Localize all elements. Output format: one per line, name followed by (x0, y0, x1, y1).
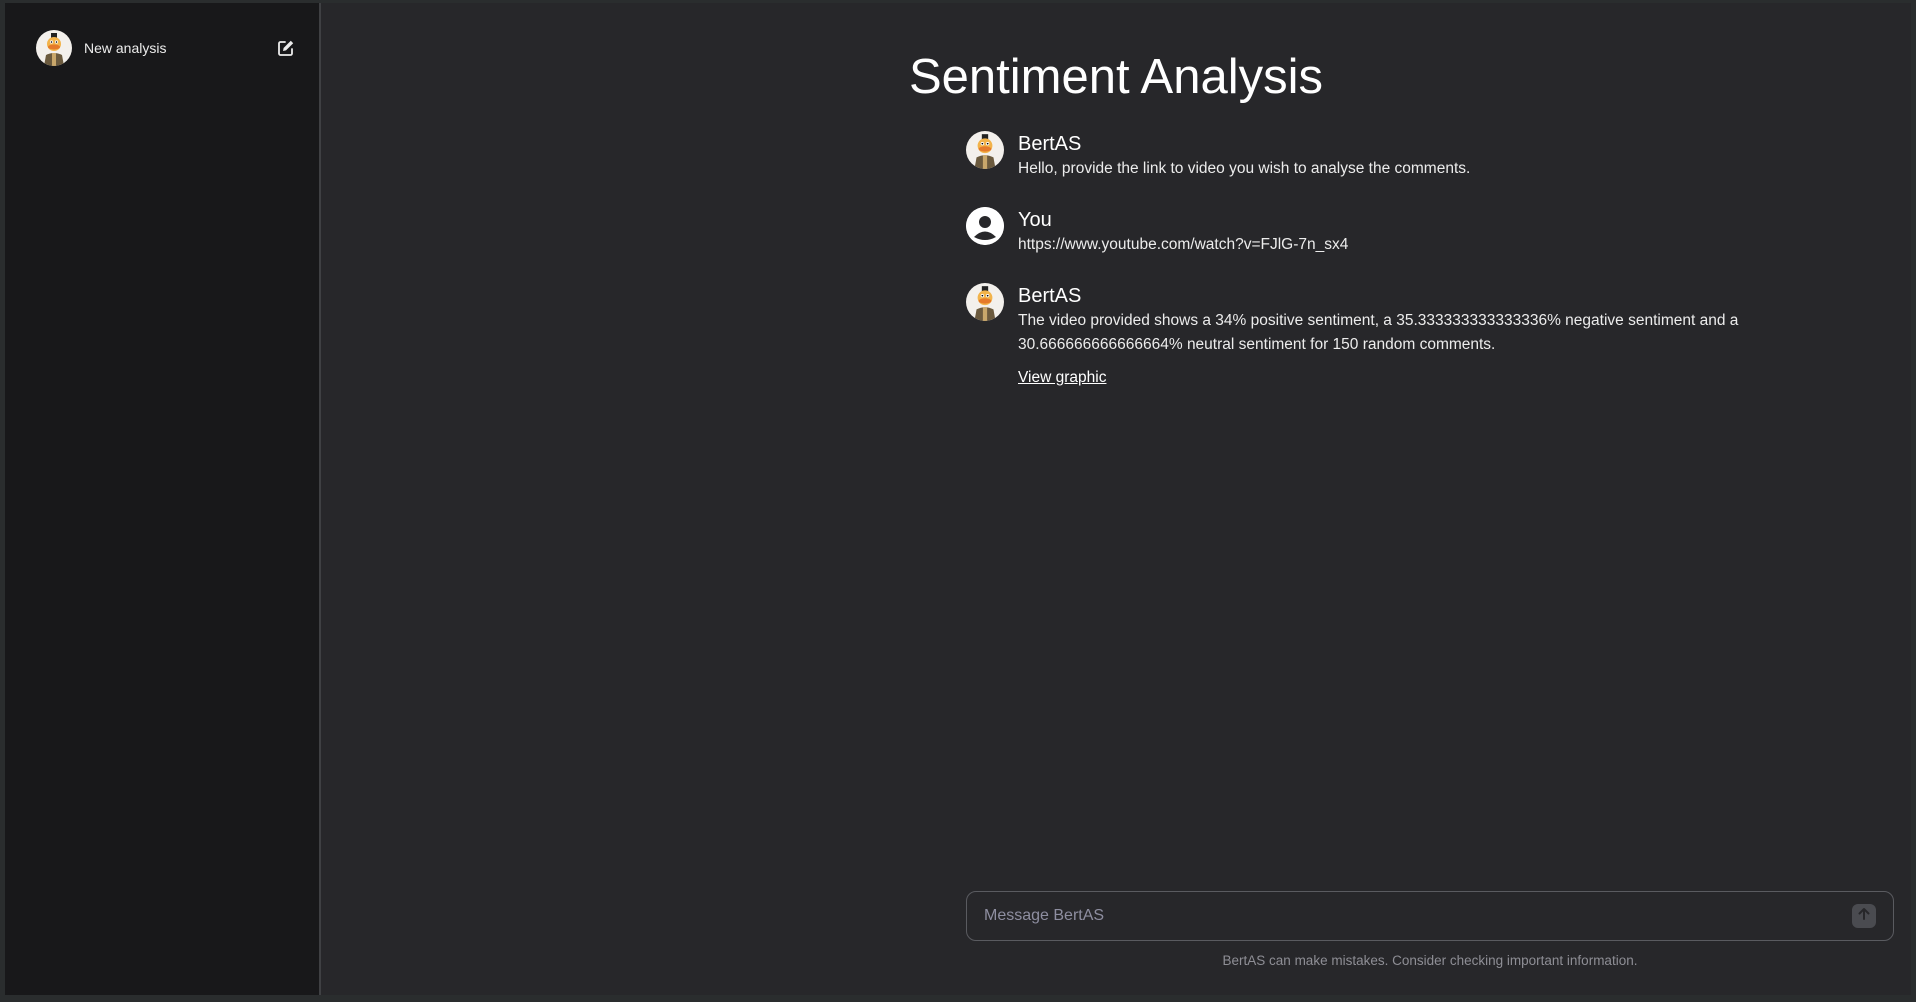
arrow-up-icon (1856, 906, 1872, 927)
message-text-line-2: 30.666666666666664% neutral sentiment fo… (1018, 336, 1496, 353)
user-circle-icon (966, 207, 1004, 245)
chat-message-user: You https://www.youtube.com/watch?v=FJlG… (966, 207, 1766, 257)
bert-avatar-icon (36, 30, 72, 66)
app-window: New analysis Sentiment Analysis BertAS H… (5, 3, 1911, 995)
message-sender: You (1018, 209, 1052, 231)
chat-main: Sentiment Analysis BertAS Hello, provide… (321, 3, 1911, 995)
message-sender: BertAS (1018, 133, 1082, 155)
message-input[interactable] (967, 906, 1852, 926)
bert-avatar-icon (966, 283, 1004, 321)
message-sender: BertAS (1018, 285, 1082, 307)
message-text: Hello, provide the link to video you wis… (1018, 160, 1471, 177)
page-title: Sentiment Analysis (909, 50, 1323, 104)
bert-avatar-icon (966, 131, 1004, 169)
send-button[interactable] (1852, 904, 1876, 928)
sidebar: New analysis (5, 3, 321, 995)
message-text: https://www.youtube.com/watch?v=FJlG-7n_… (1018, 236, 1349, 253)
disclaimer-text: BertAS can make mistakes. Consider check… (1222, 953, 1638, 968)
view-graphic-link[interactable]: View graphic (1018, 369, 1106, 387)
edit-icon[interactable] (276, 38, 296, 58)
chat-message-bot: BertAS Hello, provide the link to video … (966, 131, 1766, 181)
new-analysis-button[interactable]: New analysis (36, 30, 296, 66)
chat-message-bot: BertAS The video provided shows a 34% po… (966, 283, 1766, 387)
message-text-line-1: The video provided shows a 34% positive … (1018, 312, 1739, 329)
new-analysis-label: New analysis (84, 40, 167, 56)
message-input-box (966, 891, 1894, 941)
